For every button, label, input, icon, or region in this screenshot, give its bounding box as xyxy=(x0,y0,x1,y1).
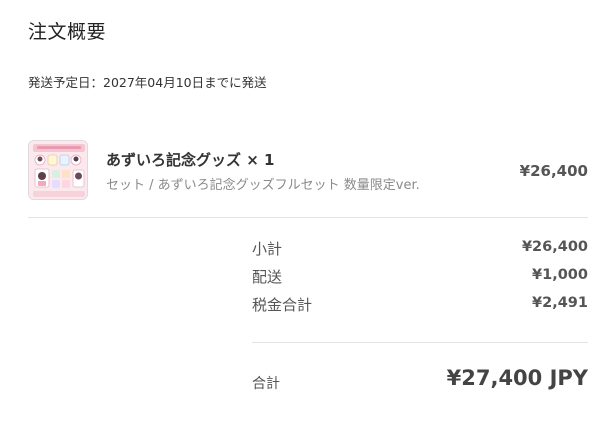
product-price: ¥26,400 xyxy=(519,162,588,180)
shipping-value: ¥1,000 xyxy=(532,267,588,283)
tax-row: 税金合計 ¥2,491 xyxy=(252,294,588,322)
shipping-row: 配送 ¥1,000 xyxy=(252,266,588,294)
product-name: あずいろ記念グッズ × 1 xyxy=(106,151,275,169)
shipping-label: 配送 xyxy=(252,268,283,286)
subtotal-row: 小計 ¥26,400 xyxy=(252,238,588,266)
tax-value: ¥2,491 xyxy=(532,295,588,311)
line-item: あずいろ記念グッズ × 1 セット / あずいろ記念グッズフルセット 数量限定v… xyxy=(28,140,588,202)
subtotal-label: 小計 xyxy=(252,240,283,258)
total-label: 合計 xyxy=(252,376,280,392)
tax-label: 税金合計 xyxy=(252,296,313,314)
shipping-date-note: 発送予定日：2027年04月10日までに発送 xyxy=(28,75,267,90)
product-thumbnail xyxy=(28,140,88,200)
product-variant: セット / あずいろ記念グッズフルセット 数量限定ver. xyxy=(106,178,420,193)
cost-summary: 小計 ¥26,400 配送 ¥1,000 税金合計 ¥2,491 xyxy=(252,238,588,322)
order-summary-title: 注文概要 xyxy=(28,21,107,43)
divider xyxy=(28,217,588,218)
subtotal-value: ¥26,400 xyxy=(521,239,588,255)
total-value: ¥27,400 JPY xyxy=(446,366,588,390)
divider xyxy=(252,342,588,343)
